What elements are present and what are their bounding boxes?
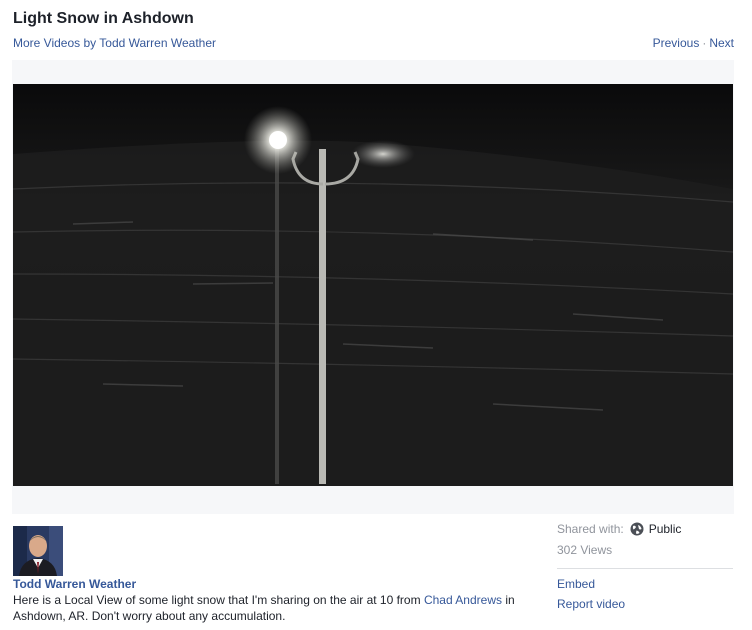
poster-name-link[interactable]: Todd Warren Weather bbox=[13, 577, 136, 591]
sidebar-divider bbox=[557, 568, 733, 569]
next-link[interactable]: Next bbox=[709, 36, 734, 50]
view-count: 302 Views bbox=[557, 543, 613, 557]
shared-with-row: Shared with: Public bbox=[557, 521, 733, 537]
video-navigation: Previous · Next bbox=[653, 36, 734, 50]
previous-link[interactable]: Previous bbox=[653, 36, 700, 50]
video-frame-image bbox=[13, 84, 733, 486]
video-description: Here is a Local View of some light snow … bbox=[13, 593, 538, 624]
video-info-sidebar: Shared with: Public 302 Views Embed Repo… bbox=[557, 521, 733, 611]
nav-separator: · bbox=[702, 36, 707, 50]
shared-with-label: Shared with: bbox=[557, 522, 624, 536]
report-video-link[interactable]: Report video bbox=[557, 597, 733, 611]
privacy-selector[interactable]: Public bbox=[649, 522, 682, 536]
video-player[interactable] bbox=[13, 84, 733, 486]
more-videos-link[interactable]: More Videos by Todd Warren Weather bbox=[13, 36, 216, 50]
description-text-before: Here is a Local View of some light snow … bbox=[13, 593, 424, 607]
poster-avatar[interactable] bbox=[13, 526, 63, 576]
globe-icon bbox=[630, 522, 644, 536]
mention-link[interactable]: Chad Andrews bbox=[424, 593, 502, 607]
presenter-photo bbox=[13, 526, 63, 576]
embed-link[interactable]: Embed bbox=[557, 577, 733, 591]
page-title: Light Snow in Ashdown bbox=[13, 10, 194, 27]
